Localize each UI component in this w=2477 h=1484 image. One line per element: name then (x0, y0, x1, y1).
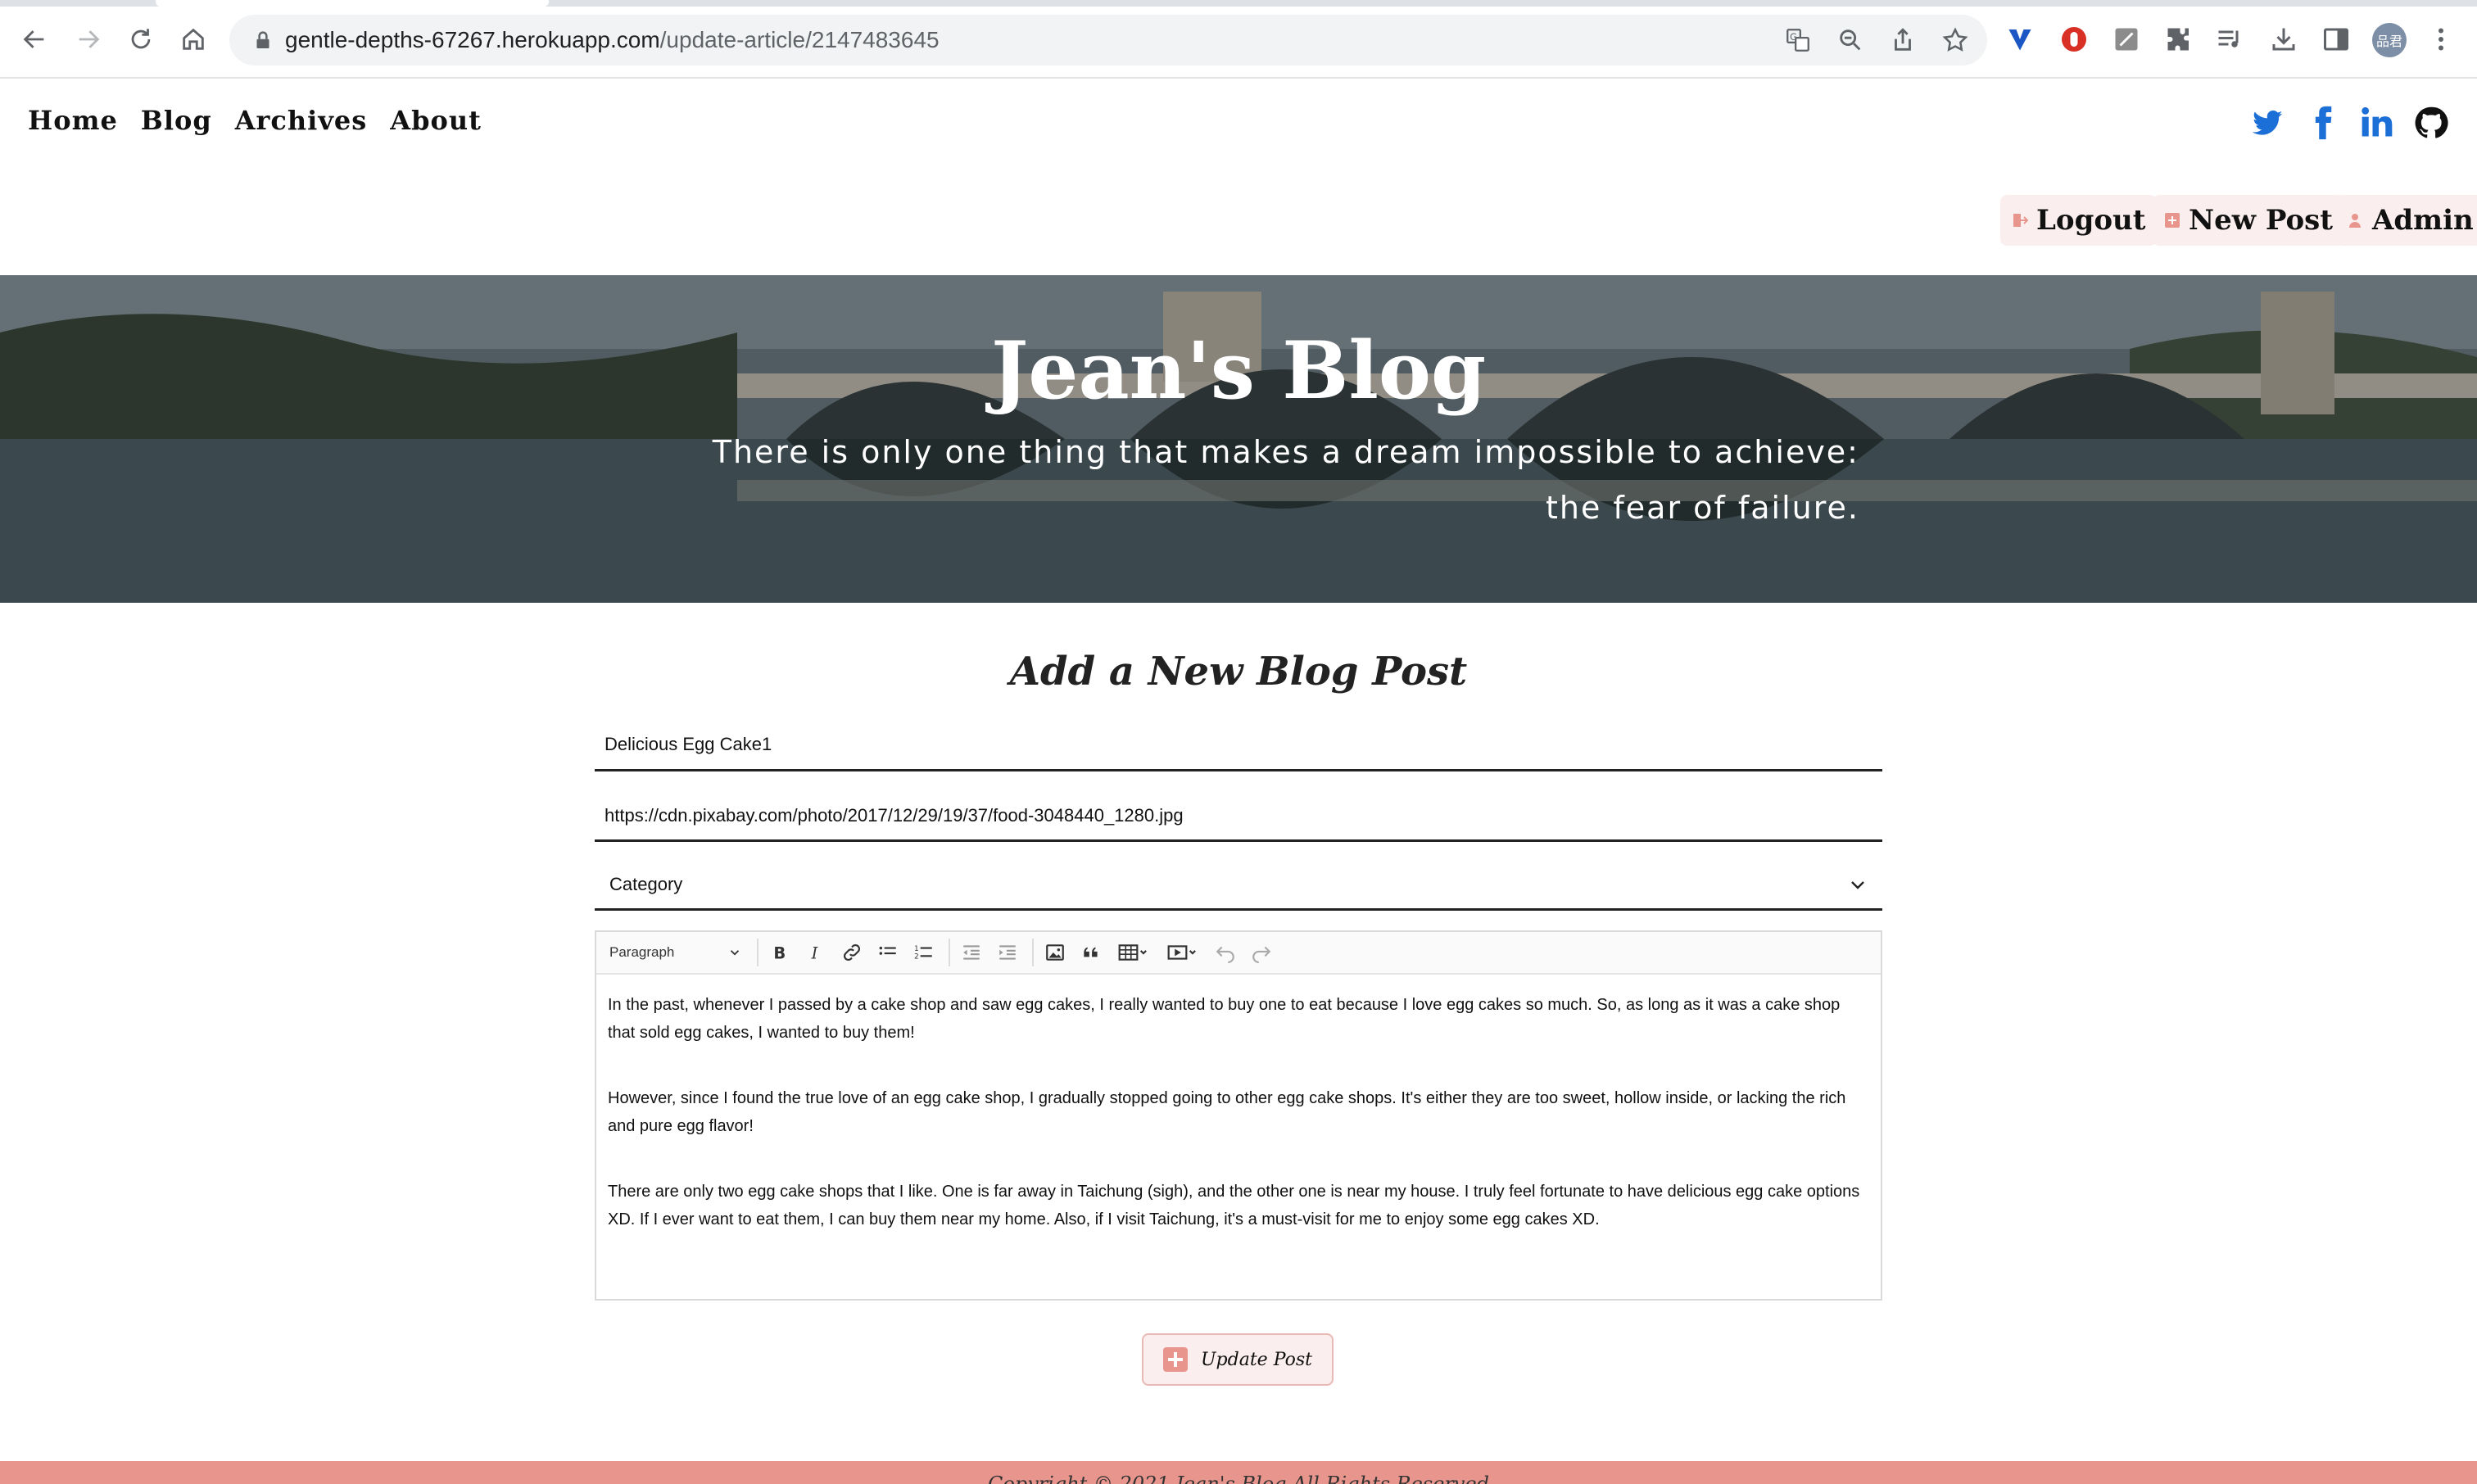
nav-about[interactable]: About (390, 105, 482, 136)
admin-label: Admin (2372, 204, 2474, 237)
toolbar-divider (757, 939, 758, 966)
svg-text:I: I (811, 944, 819, 963)
category-select[interactable]: Category (595, 860, 1882, 911)
update-post-label: Update Post (1201, 1349, 1312, 1370)
home-icon[interactable] (174, 20, 213, 59)
download-icon[interactable] (2267, 23, 2300, 56)
bold-icon: B (773, 944, 786, 963)
title-field[interactable] (595, 719, 1882, 771)
link-icon (844, 944, 860, 961)
bulleted-list-button[interactable] (872, 936, 904, 969)
editor-toolbar: Paragraph B I 12 (596, 932, 1881, 975)
extension-v-icon[interactable] (2004, 23, 2036, 56)
new-post-button[interactable]: New Post (2153, 195, 2344, 246)
footer: Copyright © 2021 Jean's Blog All Rights … (0, 1461, 2477, 1484)
bulleted-list-icon (879, 946, 896, 955)
lock-icon[interactable] (251, 28, 275, 52)
toolbar-divider (1032, 939, 1034, 966)
forward-icon[interactable] (69, 20, 108, 59)
plus-square-icon (2165, 213, 2180, 228)
update-post-button[interactable]: Update Post (1142, 1333, 1334, 1386)
translate-icon[interactable]: G (1784, 26, 1812, 54)
outdent-icon (963, 945, 980, 960)
insert-image-button[interactable] (1039, 936, 1071, 969)
paragraph: However, since I found the true love of … (608, 1089, 1846, 1135)
numbered-list-icon: 12 (914, 945, 932, 961)
insert-media-button[interactable] (1160, 936, 1206, 969)
logout-button[interactable]: Logout (2000, 195, 2158, 246)
bookmark-star-icon[interactable] (1941, 26, 1969, 54)
italic-button[interactable]: I (799, 936, 832, 969)
new-post-label: New Post (2189, 204, 2333, 237)
share-icon[interactable] (1889, 26, 1917, 54)
back-icon[interactable] (15, 20, 54, 59)
svg-text:B: B (773, 944, 786, 963)
tab-strip (0, 0, 2477, 7)
user-icon (2349, 214, 2361, 228)
paragraph-style-value: Paragraph (609, 944, 675, 960)
category-value: Category (609, 873, 683, 894)
linkedin-icon[interactable] (2357, 103, 2397, 143)
menu-kebab-icon[interactable] (2425, 23, 2457, 56)
hero-subtitle: There is only one thing that makes a dre… (712, 434, 1859, 526)
footer-copyright: Copyright © 2021 Jean's Blog All Rights … (987, 1473, 1490, 1484)
logout-label: Logout (2036, 204, 2146, 237)
form-heading: Add a New Blog Post (1009, 649, 1468, 694)
chevron-down-icon (1851, 880, 1864, 889)
undo-button[interactable] (1209, 936, 1242, 969)
address-bar[interactable]: gentle-depths-67267.herokuapp.com/update… (229, 15, 1987, 66)
hero-banner: Jean's Blog There is only one thing that… (0, 275, 2477, 603)
extensions-puzzle-icon[interactable] (2162, 23, 2195, 56)
nav-blog[interactable]: Blog (141, 105, 212, 136)
blockquote-button[interactable] (1075, 936, 1107, 969)
chevron-down-icon (730, 950, 740, 956)
profile-avatar[interactable]: 品君 (2372, 23, 2407, 57)
redo-icon (1252, 946, 1271, 963)
link-button[interactable] (835, 936, 868, 969)
toolbar-divider (949, 939, 950, 966)
bold-button[interactable]: B (763, 936, 796, 969)
redo-button[interactable] (1245, 936, 1278, 969)
outdent-button[interactable] (955, 936, 988, 969)
paragraph-style-select[interactable]: Paragraph (605, 936, 747, 969)
svg-text:1: 1 (914, 945, 919, 953)
plus-square-icon (1163, 1347, 1189, 1372)
title-input[interactable] (595, 719, 1882, 769)
github-icon[interactable] (2411, 103, 2451, 143)
media-queue-icon[interactable] (2213, 23, 2246, 56)
image-icon (1046, 944, 1064, 961)
nav-home[interactable]: Home (28, 105, 118, 136)
rich-text-editor: Paragraph B I 12 In the past, whenever I… (595, 930, 1882, 1301)
svg-text:G: G (1790, 31, 1797, 43)
side-panel-icon[interactable] (2320, 23, 2352, 56)
undo-icon (1216, 946, 1234, 963)
paragraph: In the past, whenever I passed by a cake… (608, 996, 1841, 1042)
paragraph: There are only two egg cake shops that I… (608, 1183, 1860, 1228)
browser-toolbar: gentle-depths-67267.herokuapp.com/update… (0, 0, 2477, 79)
extension-pen-icon[interactable] (2110, 23, 2143, 56)
insert-table-button[interactable] (1111, 936, 1157, 969)
extension-adblock-icon[interactable] (2058, 23, 2090, 56)
italic-icon: I (811, 944, 819, 963)
image-url-input[interactable] (595, 791, 1882, 839)
logout-icon (2013, 214, 2028, 227)
numbered-list-button[interactable]: 12 (908, 936, 940, 969)
nav-archives[interactable]: Archives (235, 105, 368, 136)
image-url-field[interactable] (595, 791, 1882, 842)
main-nav: Home Blog Archives About (28, 105, 482, 136)
zoom-out-icon[interactable] (1836, 26, 1864, 54)
quote-icon (1084, 947, 1098, 957)
indent-icon (999, 945, 1016, 960)
media-icon (1167, 945, 1196, 960)
hero-title: Jean's Blog (990, 324, 1487, 417)
indent-button[interactable] (991, 936, 1024, 969)
url-text: gentle-depths-67267.herokuapp.com/update… (285, 27, 940, 52)
editor-content[interactable]: In the past, whenever I passed by a cake… (596, 975, 1881, 1287)
svg-text:2: 2 (914, 953, 919, 961)
table-icon (1118, 944, 1147, 961)
twitter-icon[interactable] (2248, 103, 2287, 143)
admin-button[interactable]: Admin (2336, 195, 2477, 246)
reload-icon[interactable] (121, 20, 161, 59)
facebook-icon[interactable] (2303, 103, 2343, 143)
